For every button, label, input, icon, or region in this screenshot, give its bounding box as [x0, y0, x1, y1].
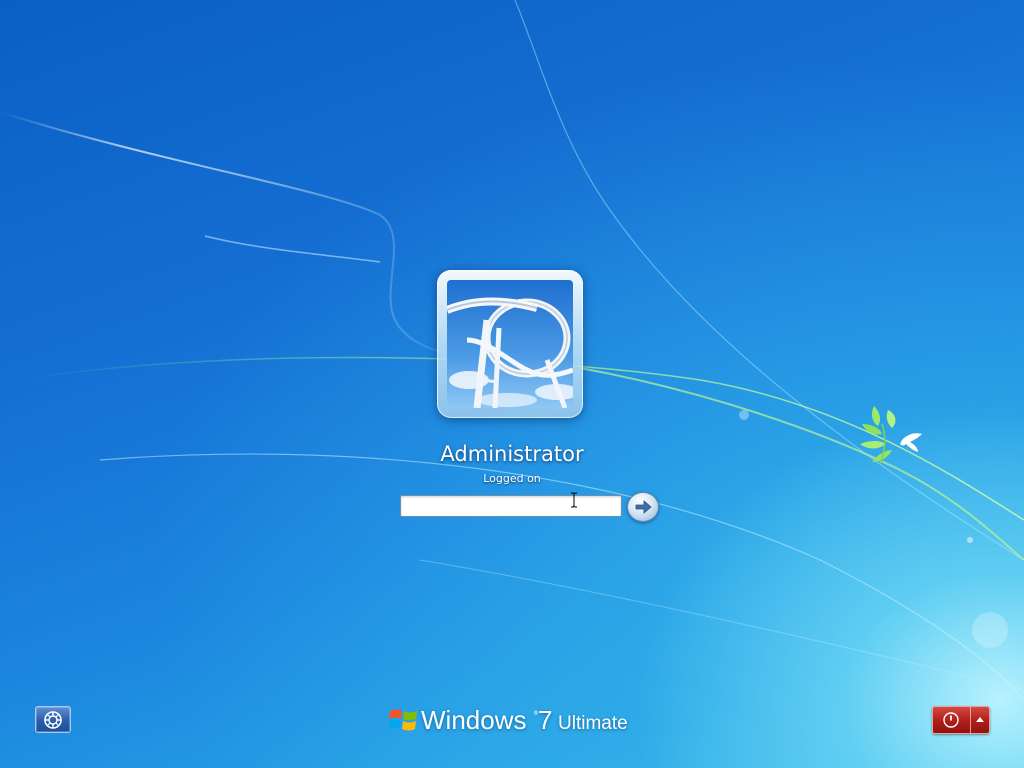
password-field[interactable]: [400, 495, 622, 517]
logon-screen: { "user": { "name": "Administrator", "st…: [0, 0, 1024, 768]
shutdown-button-group: [932, 706, 990, 734]
user-status: Logged on: [483, 472, 541, 485]
branding-edition: Ultimate: [558, 713, 628, 734]
branding-product: Windows: [421, 705, 527, 735]
windows-branding: Windows ® 7 Ultimate: [388, 704, 638, 740]
user-tile[interactable]: [437, 270, 583, 418]
submit-arrow-button[interactable]: [627, 492, 659, 522]
shutdown-options-button[interactable]: [971, 707, 989, 733]
ease-of-access-icon: [44, 711, 62, 729]
bird-leaf-emblem: [860, 406, 922, 465]
power-icon: [943, 712, 959, 728]
roller-coaster-picture: [447, 280, 573, 408]
shutdown-button[interactable]: [933, 707, 971, 733]
triangle-up-icon: [976, 717, 984, 722]
branding-version: 7: [538, 705, 553, 735]
arrow-right-icon: [635, 500, 652, 514]
ease-of-access-button[interactable]: [35, 706, 71, 733]
windows-flag-icon: [388, 709, 417, 731]
user-name: Administrator: [440, 442, 584, 466]
i-beam-cursor-icon: [571, 492, 577, 508]
